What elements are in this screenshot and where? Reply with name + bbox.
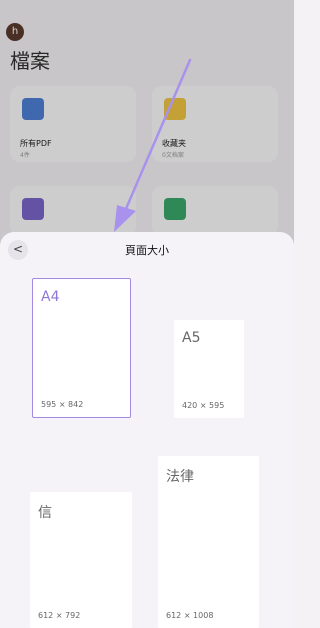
size-option-a4[interactable]: A4 595 × 842 bbox=[32, 278, 131, 418]
size-name: A5 bbox=[182, 330, 201, 346]
size-dimensions: 612 × 792 bbox=[38, 611, 81, 620]
size-name: 法律 bbox=[166, 469, 194, 485]
sheet-title: 頁面大小 bbox=[125, 244, 169, 257]
size-name: 信 bbox=[38, 505, 52, 521]
page-size-sheet: < 頁面大小 A4 595 × 842 A5 420 × 595 信 612 ×… bbox=[0, 232, 294, 628]
size-name: A4 bbox=[41, 289, 60, 305]
size-option-legal[interactable]: 法律 612 × 1008 bbox=[158, 456, 259, 628]
size-option-letter[interactable]: 信 612 × 792 bbox=[30, 492, 132, 628]
size-option-a5[interactable]: A5 420 × 595 bbox=[174, 320, 244, 418]
size-dimensions: 612 × 1008 bbox=[166, 611, 214, 620]
size-dimensions: 420 × 595 bbox=[182, 401, 225, 410]
size-dimensions: 595 × 842 bbox=[41, 400, 84, 409]
